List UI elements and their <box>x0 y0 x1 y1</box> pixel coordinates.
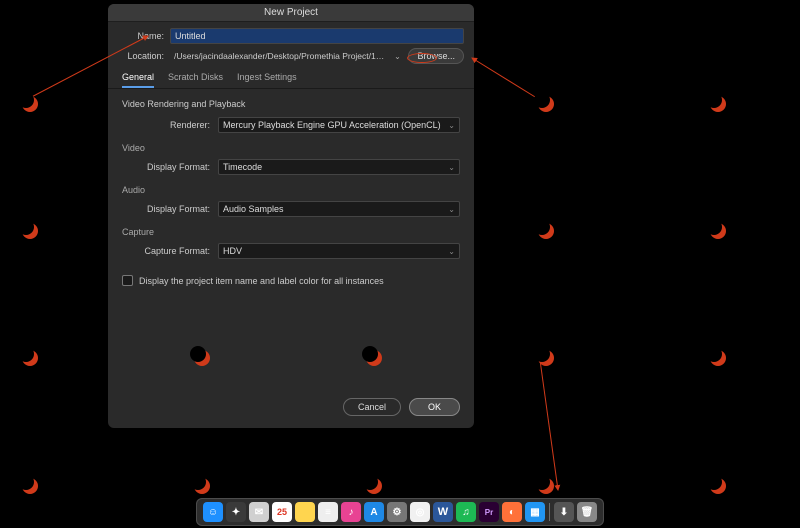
name-label: Name: <box>118 31 164 41</box>
dock-calendar-icon[interactable]: 25 <box>272 502 292 522</box>
chevron-down-icon[interactable]: ⌄ <box>392 52 402 61</box>
dock: ☺✦✉25 ≡♪A⚙◎W♫Pr◐▦ ⬇🗑 <box>196 498 604 526</box>
video-display-format-row: Display Format: Timecode ⌄ <box>122 157 460 177</box>
wallpaper-crescent-icon <box>710 96 726 112</box>
display-item-name-row: Display the project item name and label … <box>122 275 460 286</box>
dialog-body: Video Rendering and Playback Renderer: M… <box>108 89 474 388</box>
dialog-title: New Project <box>108 4 474 22</box>
chevron-down-icon: ⌄ <box>448 163 455 172</box>
dock-trash-icon[interactable]: 🗑 <box>577 502 597 522</box>
audio-display-format-label: Display Format: <box>122 204 218 214</box>
renderer-select[interactable]: Mercury Playback Engine GPU Acceleration… <box>218 117 460 133</box>
location-path: /Users/jacindaalexander/Desktop/Promethi… <box>170 51 386 61</box>
capture-group-title: Capture <box>122 227 460 237</box>
wallpaper-crescent-icon <box>22 350 38 366</box>
renderer-label: Renderer: <box>122 120 218 130</box>
audio-display-format-row: Display Format: Audio Samples ⌄ <box>122 199 460 219</box>
dock-premiere-icon[interactable]: Pr <box>479 502 499 522</box>
dialog-footer: Cancel OK <box>108 388 474 428</box>
dock-preview-icon[interactable]: ▦ <box>525 502 545 522</box>
audio-group-title: Audio <box>122 185 460 195</box>
dock-sys-prefs-icon[interactable]: ⚙ <box>387 502 407 522</box>
video-group-title: Video <box>122 143 460 153</box>
renderer-row: Renderer: Mercury Playback Engine GPU Ac… <box>122 115 460 135</box>
location-row: Location: /Users/jacindaalexander/Deskto… <box>108 48 474 68</box>
dock-reminders-icon[interactable]: ≡ <box>318 502 338 522</box>
dock-spotify-icon[interactable]: ♫ <box>456 502 476 522</box>
dock-notes-icon[interactable] <box>295 502 315 522</box>
display-item-name-label: Display the project item name and label … <box>139 276 384 286</box>
wallpaper-crescent-icon <box>538 223 554 239</box>
capture-format-value: HDV <box>223 246 242 256</box>
chevron-down-icon: ⌄ <box>448 121 455 130</box>
video-rendering-title: Video Rendering and Playback <box>122 99 460 109</box>
video-display-format-value: Timecode <box>223 162 262 172</box>
wallpaper-crescent-icon <box>194 478 210 494</box>
wallpaper-crescent-icon <box>366 478 382 494</box>
dock-downloads-icon[interactable]: ⬇ <box>554 502 574 522</box>
wallpaper-crescent-icon <box>538 478 554 494</box>
dock-mail-icon[interactable]: ✉ <box>249 502 269 522</box>
dock-safari-icon[interactable]: ✦ <box>226 502 246 522</box>
renderer-value: Mercury Playback Engine GPU Acceleration… <box>223 120 441 130</box>
cancel-button[interactable]: Cancel <box>343 398 401 416</box>
display-item-name-checkbox[interactable] <box>122 275 133 286</box>
dock-itunes-icon[interactable]: ♪ <box>341 502 361 522</box>
chevron-down-icon: ⌄ <box>448 205 455 214</box>
video-display-format-select[interactable]: Timecode ⌄ <box>218 159 460 175</box>
dock-separator <box>549 503 550 521</box>
wallpaper-crescent-icon <box>22 223 38 239</box>
dock-app-store-icon[interactable]: A <box>364 502 384 522</box>
ok-button[interactable]: OK <box>409 398 460 416</box>
tab-scratch-disks[interactable]: Scratch Disks <box>168 72 223 88</box>
dock-chrome-icon[interactable]: ◎ <box>410 502 430 522</box>
capture-format-select[interactable]: HDV ⌄ <box>218 243 460 259</box>
wallpaper-crescent-icon <box>710 350 726 366</box>
wallpaper-crescent-icon <box>710 223 726 239</box>
name-input[interactable] <box>170 28 464 44</box>
dock-word-icon[interactable]: W <box>433 502 453 522</box>
capture-format-label: Capture Format: <box>122 246 218 256</box>
wallpaper-crescent-icon <box>538 96 554 112</box>
capture-format-row: Capture Format: HDV ⌄ <box>122 241 460 261</box>
dock-firefox-icon[interactable]: ◐ <box>502 502 522 522</box>
wallpaper-crescent-icon <box>22 478 38 494</box>
wallpaper-crescent-icon <box>538 350 554 366</box>
new-project-dialog: New Project Name: Location: /Users/jacin… <box>108 4 474 428</box>
video-display-format-label: Display Format: <box>122 162 218 172</box>
wallpaper-crescent-icon <box>710 478 726 494</box>
wallpaper-crescent-icon <box>22 96 38 112</box>
audio-display-format-value: Audio Samples <box>223 204 284 214</box>
chevron-down-icon: ⌄ <box>448 247 455 256</box>
tabs: General Scratch Disks Ingest Settings <box>108 68 474 89</box>
name-row: Name: <box>108 22 474 48</box>
dock-finder-icon[interactable]: ☺ <box>203 502 223 522</box>
browse-button[interactable]: Browse... <box>408 48 464 64</box>
tab-ingest-settings[interactable]: Ingest Settings <box>237 72 297 88</box>
tab-general[interactable]: General <box>122 72 154 88</box>
audio-display-format-select[interactable]: Audio Samples ⌄ <box>218 201 460 217</box>
location-label: Location: <box>118 51 164 61</box>
